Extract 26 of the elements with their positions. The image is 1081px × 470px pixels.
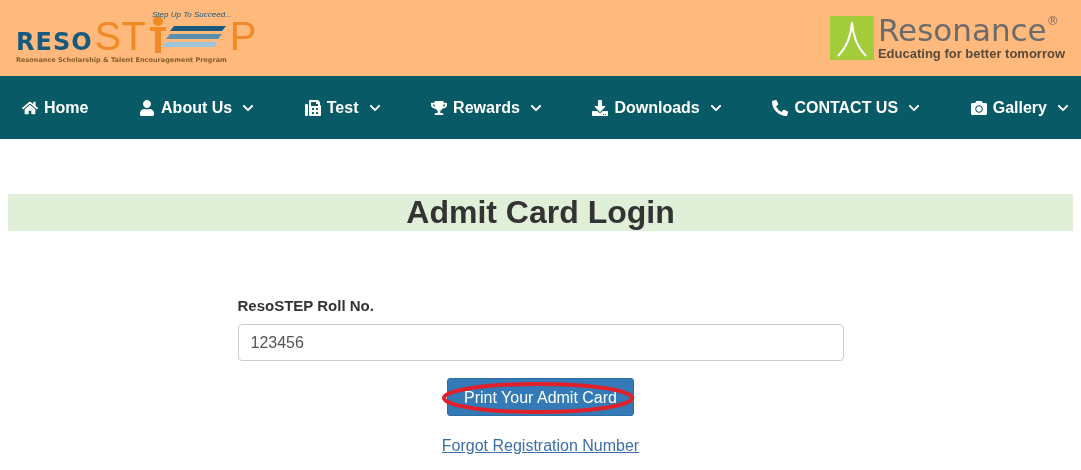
partner-logo-icon [829,16,874,60]
nav-item[interactable]: Home [22,98,89,117]
nav-item[interactable]: Gallery [970,98,1069,117]
field-label: ResoSTEP Roll No. [237,297,375,314]
logo-text: P [229,18,257,54]
partner-slogan: Educating for better tomorrow [877,46,1065,61]
logo-tagline: Step Up To Succeed... [152,10,232,19]
page-title: Admit Card Login [8,194,1073,231]
nav-item[interactable]: Test [304,98,381,117]
home-icon [22,99,38,116]
nav-item[interactable]: CONTACT US [772,98,921,117]
logo-text: ST [94,18,146,54]
camera-icon [970,99,987,116]
partner-name: Resonance [877,15,1047,46]
user-icon [139,99,156,116]
download-icon [592,99,609,116]
input-field[interactable]: 123456 [237,324,844,361]
nav-item[interactable]: Downloads [592,98,722,117]
logo-text: RESO [16,30,93,54]
forgot-link[interactable]: Forgot Registration Number [441,437,640,455]
nav-item[interactable]: Rewards [431,98,542,117]
registered-mark: ® [1046,15,1059,30]
phone-icon [772,99,789,116]
fax-icon [304,99,321,116]
nav-item[interactable]: About Us [139,98,255,117]
trophy-icon [431,99,448,116]
